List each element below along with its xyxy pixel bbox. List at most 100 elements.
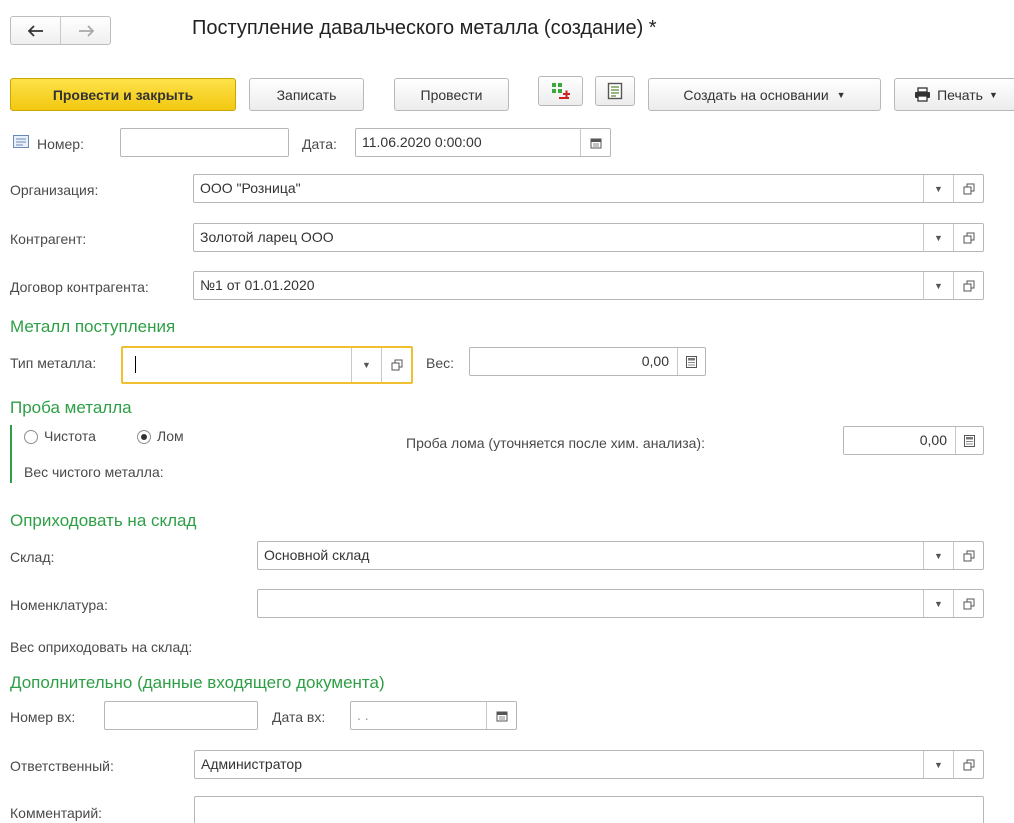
report-icon (607, 82, 623, 100)
chevron-down-icon: ▼ (934, 280, 943, 291)
register-movements-icon (551, 83, 570, 99)
metal-type-open-button[interactable] (381, 348, 411, 382)
in-date-input[interactable]: . . (350, 701, 517, 730)
open-form-icon (963, 550, 974, 561)
metal-type-field[interactable]: ▼ (121, 346, 413, 384)
metal-type-label: Тип металла: (10, 355, 97, 371)
create-based-on-button[interactable]: Создать на основании ▼ (648, 78, 881, 111)
register-movements-button[interactable] (538, 76, 583, 106)
organization-field[interactable]: ООО "Розница" ▼ (193, 174, 984, 203)
number-label: Номер: (37, 136, 84, 152)
warehouse-weight-label: Вес оприходовать на склад: (10, 639, 193, 655)
comment-input[interactable] (194, 796, 984, 823)
arrow-right-icon (79, 24, 94, 37)
counterparty-label: Контрагент: (10, 231, 87, 247)
weight-value: 0,00 (641, 353, 669, 369)
counterparty-field[interactable]: Золотой ларец ООО ▼ (193, 223, 984, 252)
scrap-assay-field[interactable]: 0,00 (843, 426, 984, 455)
scrap-radio[interactable] (137, 430, 151, 444)
purity-label[interactable]: Чистота (44, 428, 96, 444)
chevron-down-icon: ▼ (988, 89, 998, 100)
save-button[interactable]: Записать (249, 78, 364, 111)
warehouse-label: Склад: (10, 549, 55, 565)
warehouse-open-button[interactable] (953, 542, 983, 569)
calculator-icon (964, 434, 975, 447)
chevron-down-icon: ▼ (362, 360, 371, 370)
open-form-icon (963, 759, 974, 770)
open-form-icon (963, 598, 974, 609)
purity-radio[interactable] (24, 430, 38, 444)
print-label: Печать (937, 86, 983, 103)
post-button[interactable]: Провести (394, 78, 509, 111)
back-button[interactable] (11, 17, 61, 44)
counterparty-value: Золотой ларец ООО (200, 229, 334, 245)
calendar-icon (590, 138, 601, 148)
warehouse-dropdown-button[interactable]: ▼ (923, 542, 953, 569)
pure-weight-label: Вес чистого металла: (24, 464, 164, 480)
in-number-label: Номер вх: (10, 709, 76, 725)
chevron-down-icon: ▼ (934, 759, 943, 770)
open-form-icon (391, 359, 402, 371)
text-cursor (135, 356, 136, 373)
contract-open-button[interactable] (953, 272, 983, 299)
calculator-button[interactable] (955, 427, 983, 454)
printer-icon (915, 87, 931, 102)
item-open-button[interactable] (953, 590, 983, 617)
calculator-button[interactable] (677, 348, 705, 375)
item-dropdown-button[interactable]: ▼ (923, 590, 953, 617)
chevron-down-icon: ▼ (934, 183, 943, 194)
metal-section-title: Металл поступления (10, 317, 176, 336)
post-and-close-button[interactable]: Провести и закрыть (10, 78, 236, 111)
warehouse-value: Основной склад (264, 547, 370, 563)
document-icon (13, 135, 29, 148)
metal-type-dropdown-button[interactable]: ▼ (351, 348, 381, 382)
warehouse-section-title: Оприходовать на склад (10, 511, 197, 530)
in-date-label: Дата вх: (272, 709, 326, 725)
in-date-value: . . (357, 707, 369, 723)
date-value: 11.06.2020 0:00:00 (362, 134, 482, 150)
organization-label: Организация: (10, 182, 99, 198)
contract-label: Договор контрагента: (10, 279, 149, 295)
create-based-on-label: Создать на основании (683, 86, 829, 103)
organization-value: ООО "Розница" (200, 180, 301, 196)
chevron-down-icon: ▼ (934, 232, 943, 243)
assay-group-bar (10, 425, 12, 483)
date-input[interactable]: 11.06.2020 0:00:00 (355, 128, 611, 157)
chevron-down-icon: ▼ (934, 598, 943, 609)
print-button[interactable]: Печать ▼ (894, 78, 1014, 111)
chevron-down-icon: ▼ (836, 89, 846, 100)
calendar-button[interactable] (486, 702, 516, 729)
in-number-input[interactable] (104, 701, 258, 730)
responsible-value: Администратор (201, 756, 303, 772)
organization-dropdown-button[interactable]: ▼ (923, 175, 953, 202)
comment-label: Комментарий: (10, 805, 103, 821)
open-form-icon (963, 280, 974, 291)
counterparty-dropdown-button[interactable]: ▼ (923, 224, 953, 251)
weight-field[interactable]: 0,00 (469, 347, 706, 376)
contract-dropdown-button[interactable]: ▼ (923, 272, 953, 299)
organization-open-button[interactable] (953, 175, 983, 202)
weight-label: Вес: (426, 355, 455, 371)
responsible-dropdown-button[interactable]: ▼ (923, 751, 953, 778)
open-form-icon (963, 183, 974, 194)
contract-value: №1 от 01.01.2020 (200, 277, 315, 293)
counterparty-open-button[interactable] (953, 224, 983, 251)
contract-field[interactable]: №1 от 01.01.2020 ▼ (193, 271, 984, 300)
responsible-label: Ответственный: (10, 758, 114, 774)
item-field[interactable]: ▼ (257, 589, 984, 618)
scrap-assay-label: Проба лома (уточняется после хим. анализ… (406, 435, 705, 451)
open-form-icon (963, 232, 974, 243)
responsible-open-button[interactable] (953, 751, 983, 778)
chevron-down-icon: ▼ (934, 550, 943, 561)
calendar-icon (496, 711, 507, 721)
number-input[interactable] (120, 128, 289, 157)
responsible-field[interactable]: Администратор ▼ (194, 750, 984, 779)
calendar-button[interactable] (580, 129, 610, 156)
report-button[interactable] (595, 76, 635, 106)
warehouse-field[interactable]: Основной склад ▼ (257, 541, 984, 570)
forward-button[interactable] (61, 17, 111, 44)
item-label: Номенклатура: (10, 597, 108, 613)
extra-section-title: Дополнительно (данные входящего документ… (10, 673, 385, 692)
scrap-label[interactable]: Лом (157, 428, 184, 444)
date-label: Дата: (302, 136, 337, 152)
